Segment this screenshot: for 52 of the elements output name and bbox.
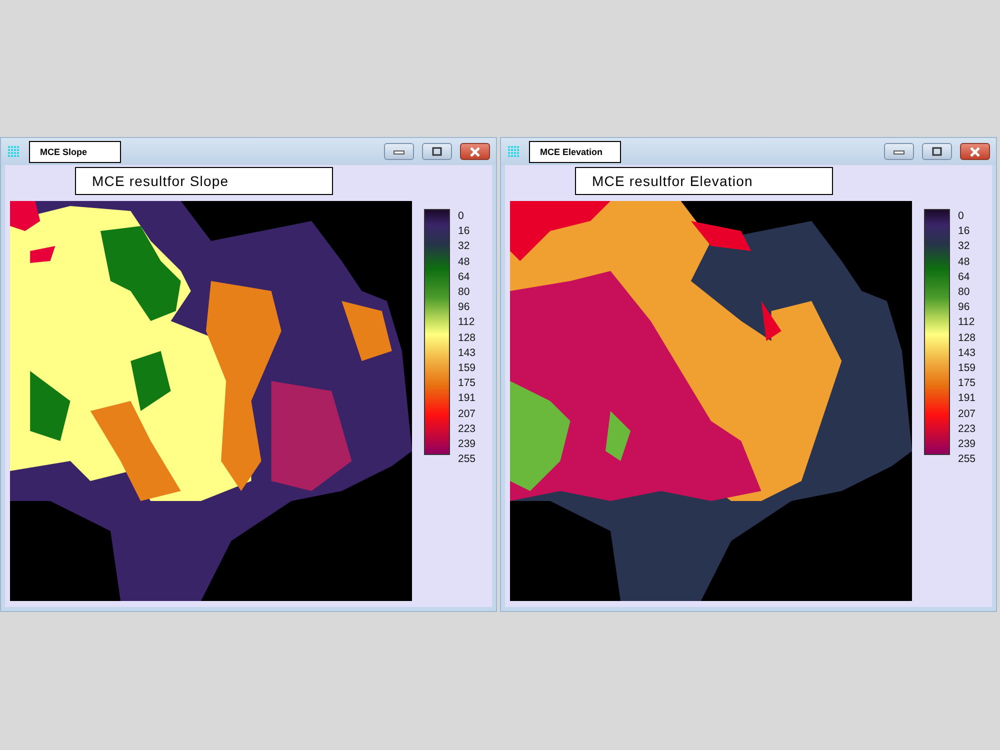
- legend-label: 255: [958, 452, 976, 468]
- legend-label: 191: [958, 391, 976, 406]
- maximize-button[interactable]: [922, 143, 952, 160]
- legend-label: 80: [958, 285, 971, 300]
- legend-label: 64: [958, 270, 971, 285]
- map-title: MCE resultfor Slope: [75, 167, 333, 195]
- legend-label: 96: [958, 300, 971, 316]
- legend-label: 239: [958, 437, 976, 452]
- legend-label: 32: [458, 239, 471, 254]
- legend-label: 175: [958, 376, 976, 392]
- legend-label: 0: [958, 209, 965, 224]
- legend-label: 239: [458, 437, 476, 452]
- legend-label: 112: [458, 315, 476, 330]
- legend-label: 112: [958, 315, 976, 330]
- legend-label: 143: [458, 346, 476, 361]
- legend-label: 48: [458, 254, 471, 270]
- minimize-icon: [893, 148, 905, 154]
- map-title: MCE resultfor Elevation: [575, 167, 833, 195]
- minimize-button[interactable]: [884, 143, 914, 160]
- maximize-icon: [932, 147, 942, 156]
- legend-label: 223: [458, 422, 476, 437]
- minimize-icon: [393, 148, 405, 154]
- window-title: MCE Elevation: [529, 140, 621, 162]
- legend-label: 16: [458, 224, 471, 240]
- close-icon: [469, 146, 481, 156]
- legend-label: 64: [458, 270, 471, 285]
- legend-label: 159: [958, 361, 976, 376]
- legend-label: 16: [958, 224, 971, 240]
- legend-label: 128: [458, 330, 476, 346]
- legend-label: 143: [958, 346, 976, 361]
- legend-label: 175: [458, 376, 476, 392]
- legend-label: 128: [958, 330, 976, 346]
- legend-label: 32: [958, 239, 971, 254]
- legend-label: 207: [458, 406, 476, 422]
- close-icon: [969, 146, 981, 156]
- legend-label: 80: [458, 285, 471, 300]
- grid-icon: [507, 144, 521, 158]
- maximize-button[interactable]: [422, 143, 452, 160]
- legend-label: 191: [458, 391, 476, 406]
- legend-label: 223: [958, 422, 976, 437]
- close-button[interactable]: [960, 143, 990, 160]
- window-title: MCE Slope: [29, 140, 121, 162]
- legend-label: 96: [458, 300, 471, 316]
- maximize-icon: [432, 147, 442, 156]
- close-button[interactable]: [460, 143, 490, 160]
- legend-label: 48: [958, 254, 971, 270]
- legend-label: 207: [958, 406, 976, 422]
- minimize-button[interactable]: [384, 143, 414, 160]
- legend-label: 159: [458, 361, 476, 376]
- legend-label: 0: [458, 209, 465, 224]
- legend-label: 255: [458, 452, 476, 468]
- grid-icon: [7, 144, 21, 158]
